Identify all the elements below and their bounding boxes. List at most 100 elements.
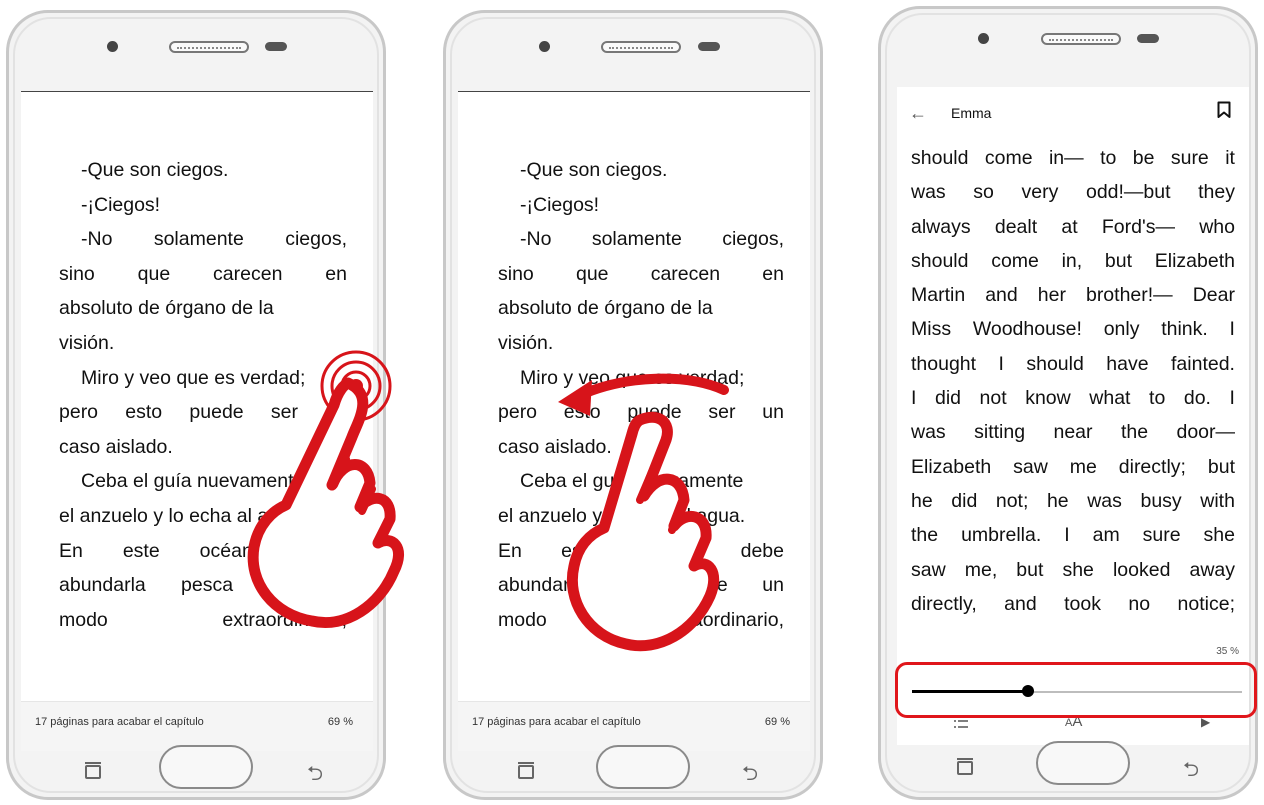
text-word: saw [1013, 455, 1048, 478]
back-nav-icon[interactable]: ⮌ [307, 759, 323, 793]
text-word: ciegos, [722, 228, 784, 251]
text-word: near [1053, 421, 1093, 444]
home-button[interactable] [1036, 741, 1130, 785]
text-word: but [1207, 455, 1235, 478]
bookmark-icon[interactable] [1217, 101, 1231, 119]
text-word: took [1064, 592, 1101, 615]
text-line: En este océano debe [498, 534, 784, 569]
text-word: know [1025, 387, 1071, 410]
text-word: should [911, 249, 969, 272]
text-word: Martin [911, 284, 966, 307]
text-word: sitting [974, 421, 1026, 444]
text-word: not [979, 387, 1007, 410]
text-line: modo extraordinario, [498, 603, 784, 638]
text-word: Elizabeth [1154, 249, 1235, 272]
text-word: océano [637, 539, 702, 562]
text-word: -Que son ciegos. [81, 159, 229, 181]
text-word: and [1004, 592, 1037, 615]
text-line: absoluto de órgano de la [498, 291, 784, 326]
text-word: absoluto de órgano de la [498, 297, 713, 320]
text-word: sure [1142, 524, 1181, 547]
text-word: que [137, 262, 171, 285]
text-line: abundarla pesca de un [59, 568, 347, 603]
text-word: Ford's— [1101, 215, 1175, 238]
text-word: el anzuelo y lo echa al agua. [59, 504, 307, 527]
text-word: very [1021, 181, 1059, 204]
text-word: absoluto de órgano de la [59, 297, 274, 320]
text-word: did [934, 387, 961, 410]
text-word: ser [708, 401, 736, 424]
progress-slider-highlight [895, 662, 1257, 718]
text-word: -Que son ciegos. [520, 159, 668, 181]
progress-knob[interactable] [1021, 685, 1034, 697]
text-word: the [911, 524, 939, 547]
text-word: en [762, 262, 784, 285]
reader-screen-1[interactable]: -Que son ciegos. -¡Ciegos! -No solamente cie… [21, 91, 373, 751]
text-line: Miss Woodhouse! only think. I [911, 312, 1235, 346]
text-line: visión. [498, 326, 784, 361]
pages-left-label: 17 páginas para acabar el capítulo [472, 716, 641, 728]
text-word: directly; [1118, 455, 1186, 478]
camera-icon [978, 33, 989, 44]
text-word: umbrella. [961, 524, 1042, 547]
text-word: -No [520, 228, 552, 251]
back-nav-icon[interactable]: ⮌ [1183, 755, 1199, 789]
text-line: sino que carecen en [498, 257, 784, 292]
list-icon[interactable] [953, 719, 969, 729]
text-word: at [1061, 215, 1078, 238]
page-text: -Que son ciegos. -¡Ciegos! -No solamente cie… [498, 153, 784, 637]
book-title: Emma [951, 105, 992, 121]
reader-screen-3[interactable]: ← Emma should come in— to be sure it was so very o… [897, 87, 1249, 745]
text-word: but [1016, 558, 1044, 581]
speaker-grille [1041, 33, 1121, 45]
text-line: thought Ishould have fainted. [911, 347, 1235, 381]
text-word: she [1203, 524, 1235, 547]
recent-apps-icon[interactable] [85, 762, 101, 779]
text-word: come [991, 249, 1039, 272]
text-word: solamente [591, 228, 682, 251]
text-line: directly, and took no notice; [911, 587, 1235, 621]
text-word: saw [911, 558, 946, 581]
text-word: be [1132, 147, 1155, 169]
text-word: busy [1140, 489, 1182, 512]
text-word: Miro y veo que es verdad; [81, 366, 306, 389]
text-word: was [911, 181, 946, 204]
text-line: -¡Ciegos! [59, 188, 347, 223]
text-word: what [1089, 387, 1131, 410]
text-word: este [561, 539, 599, 562]
text-line: caso aislado. [498, 430, 784, 465]
recent-apps-icon[interactable] [957, 758, 973, 775]
text-word: modo [59, 608, 108, 631]
page-text: -Que son ciegos. -¡Ciegos! -No solamente cie… [59, 153, 347, 637]
text-word: fainted. [1171, 352, 1235, 375]
text-word: Woodhouse! [972, 318, 1082, 341]
text-word: un [762, 401, 784, 424]
text-word: -¡Ciegos! [81, 193, 161, 216]
text-word: to [1100, 147, 1117, 169]
home-button[interactable] [596, 745, 690, 789]
page-text: should come in— to be sure it was so very odd!—but… [911, 141, 1235, 621]
text-word: who [1199, 215, 1235, 238]
text-word: he [911, 489, 933, 512]
text-word: Dear [1192, 284, 1235, 307]
text-word: me, [964, 558, 998, 581]
text-word: in— [1048, 147, 1084, 169]
text-word: ser [270, 401, 299, 424]
phone-frame-3: ← Emma should come in— to be sure it was so very o… [878, 6, 1258, 800]
reader-screen-2[interactable]: -Que son ciegos. -¡Ciegos! -No solamente cie… [458, 91, 810, 751]
text-word: only [1103, 318, 1140, 341]
text-word: thought [911, 352, 977, 375]
arrow-left-icon[interactable]: ← [909, 103, 927, 124]
text-line: sino que carecen en [59, 257, 347, 292]
home-button[interactable] [159, 745, 253, 789]
text-word: carecen [213, 262, 283, 285]
text-word: extraordinario, [222, 608, 347, 631]
camera-icon [539, 41, 550, 52]
recent-apps-icon[interactable] [518, 762, 534, 779]
back-nav-icon[interactable]: ⮌ [742, 759, 758, 793]
text-word: Elizabeth [911, 455, 992, 478]
text-word: carecen [650, 262, 721, 285]
text-word: to [1149, 387, 1166, 410]
text-word: pero [498, 401, 538, 424]
text-line: el anzuelo y lo echa al agua. [498, 499, 784, 534]
